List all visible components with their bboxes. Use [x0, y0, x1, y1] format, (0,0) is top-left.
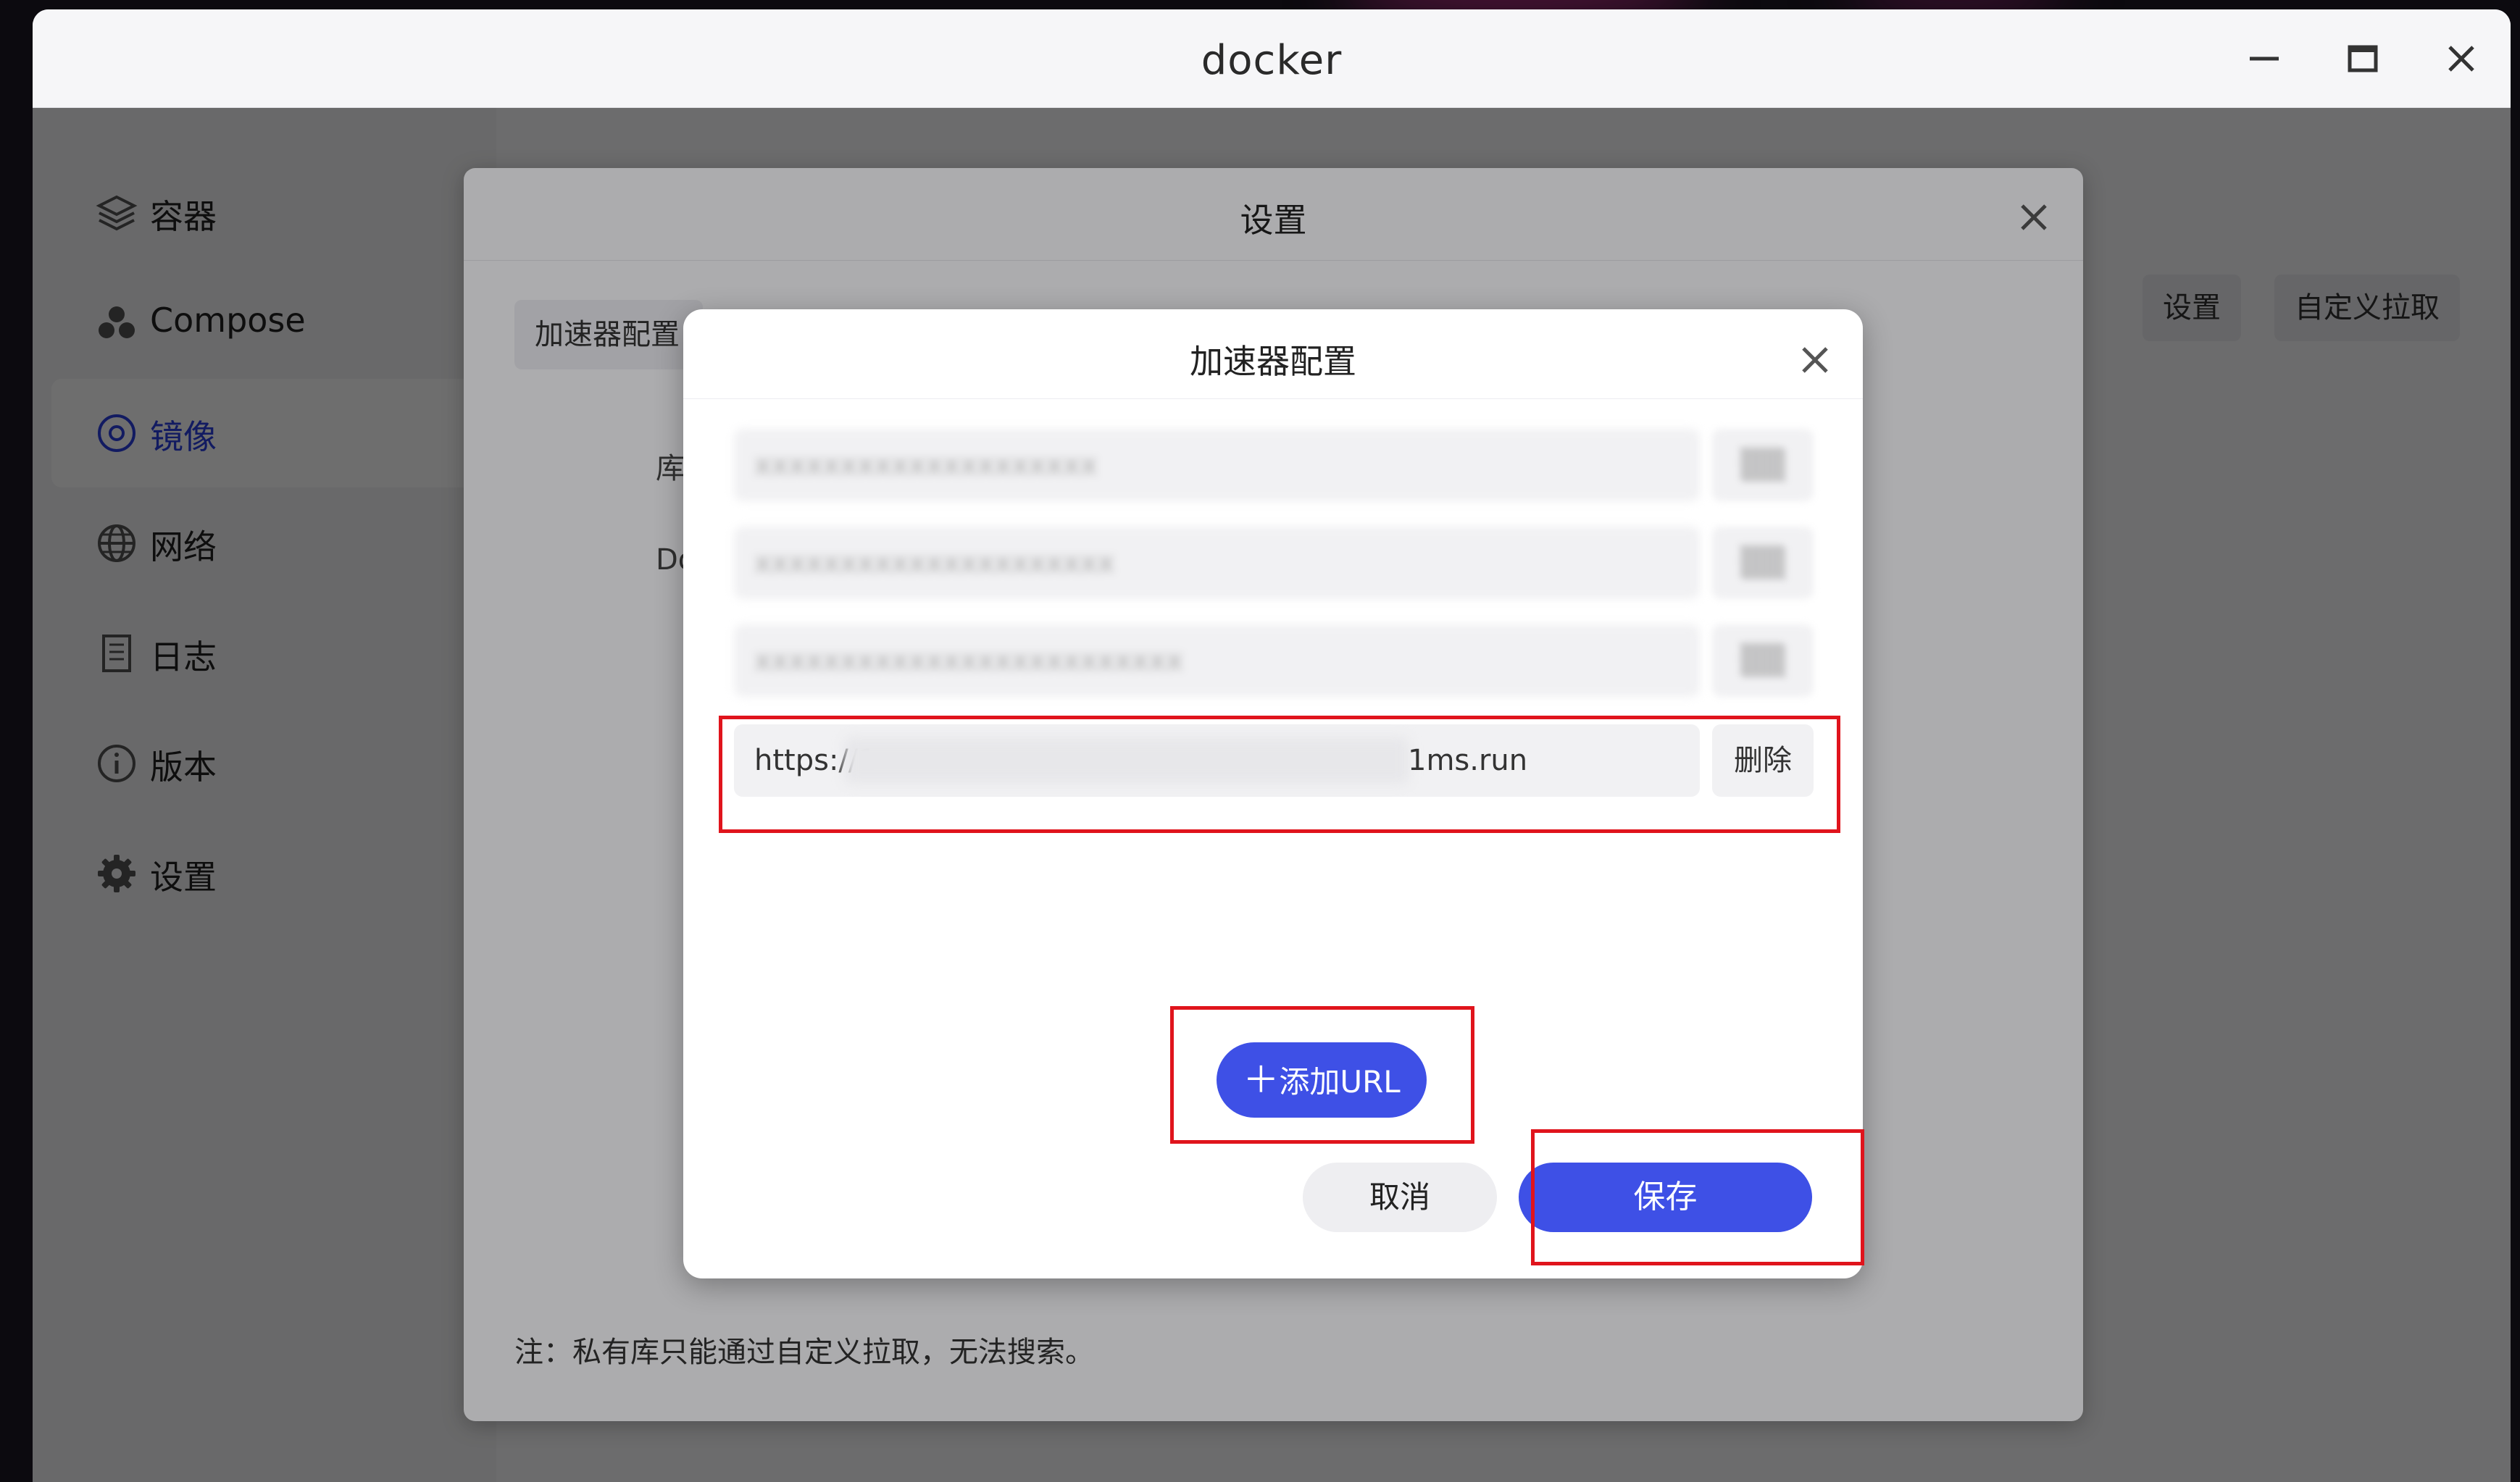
close-icon[interactable] — [1796, 341, 1834, 379]
maximize-icon[interactable] — [2341, 37, 2385, 80]
annotation-box-url — [719, 716, 1840, 833]
delete-button[interactable]: ▒▒ — [1712, 527, 1814, 599]
annotation-box-save — [1531, 1129, 1864, 1265]
annotation-box-add — [1170, 1006, 1474, 1144]
url-input-redacted[interactable]: xxxxxxxxxxxxxxxxxxxxxxxxx — [734, 624, 1700, 697]
url-input-redacted[interactable]: xxxxxxxxxxxxxxxxxxxxx — [734, 527, 1700, 599]
accelerator-dialog-header: 加速器配置 — [683, 309, 1863, 399]
title-bar: docker — [33, 9, 2511, 108]
url-row: xxxxxxxxxxxxxxxxxxxx ▒▒ — [734, 429, 1821, 501]
url-input-redacted[interactable]: xxxxxxxxxxxxxxxxxxxx — [734, 429, 1700, 501]
accelerator-dialog-title: 加速器配置 — [1190, 342, 1356, 381]
url-row: xxxxxxxxxxxxxxxxxxxxxxxxx ▒▒ — [734, 624, 1821, 697]
window-title: docker — [1201, 37, 1343, 84]
delete-button[interactable]: ▒▒ — [1712, 429, 1814, 501]
close-icon[interactable] — [2440, 37, 2483, 80]
url-row: xxxxxxxxxxxxxxxxxxxxx ▒▒ — [734, 527, 1821, 599]
minimize-icon[interactable] — [2242, 37, 2286, 80]
cancel-button[interactable]: 取消 — [1303, 1163, 1497, 1232]
delete-button[interactable]: ▒▒ — [1712, 624, 1814, 697]
